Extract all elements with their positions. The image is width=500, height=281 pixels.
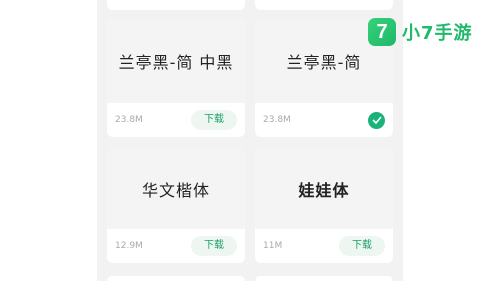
font-size-label: 11M [263,241,283,251]
font-preview: 娃娃体 [255,149,393,229]
font-list-panel: 兰亭黑-简 中黑 23.8M 下载 兰亭黑-简 23.8M 华文楷体 12.9M… [97,0,403,281]
font-card-footer: 23.8M [255,103,393,137]
download-button[interactable]: 下载 [191,236,237,256]
font-card-footer: 12.9M 下载 [107,229,245,263]
font-size-label: 23.8M [115,115,143,125]
font-card-footer: 23.8M 下载 [107,103,245,137]
checkmark-icon [371,116,382,124]
font-size-label: 23.8M [263,115,291,125]
download-button[interactable]: 下载 [191,110,237,130]
font-card[interactable]: 华文楷体 12.9M 下载 [107,149,245,263]
font-card-partial [255,0,393,10]
font-card-partial [255,276,393,281]
font-card-partial [107,0,245,10]
font-preview: 华文楷体 [107,149,245,229]
logo-icon: 7 [368,18,396,46]
watermark-text: 小7手游 [402,23,473,44]
font-card[interactable]: 兰亭黑-简 中黑 23.8M 下载 [107,19,245,137]
watermark-logo: 7 小7手游 [368,18,473,46]
download-button[interactable]: 下载 [339,236,385,256]
font-card-footer: 11M 下载 [255,229,393,263]
font-card[interactable]: 娃娃体 11M 下载 [255,149,393,263]
check-icon [368,111,385,129]
font-size-label: 12.9M [115,241,143,251]
font-preview: 兰亭黑-简 中黑 [107,19,245,103]
font-card-partial [107,276,245,281]
